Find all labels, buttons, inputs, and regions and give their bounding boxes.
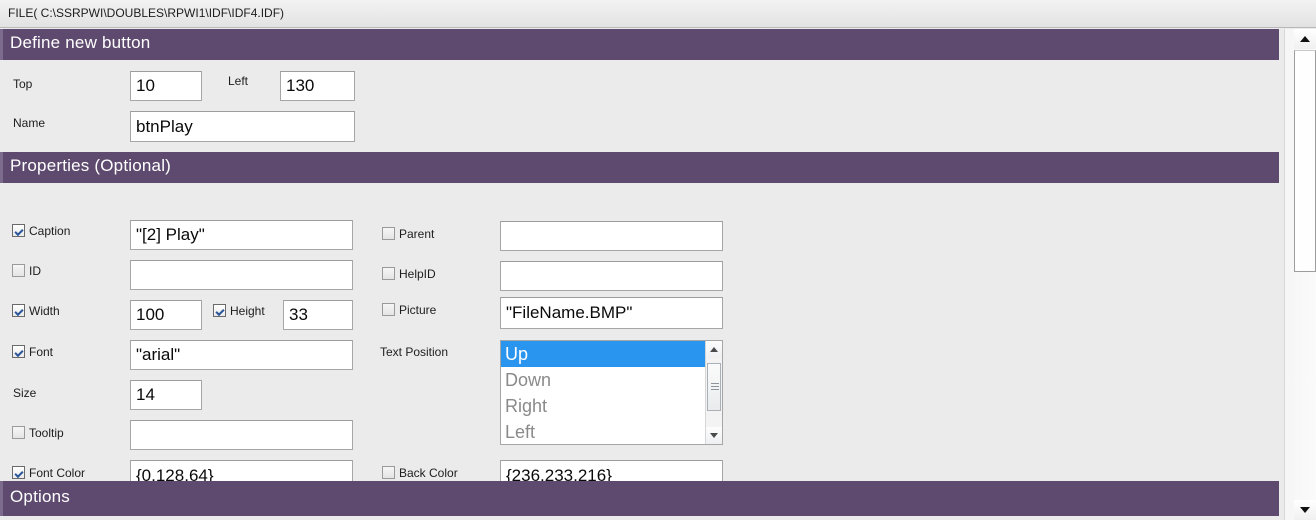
parent-label: Parent bbox=[399, 227, 435, 241]
caption-input[interactable] bbox=[130, 220, 353, 250]
application-window: FILE( C:\SSRPWI\DOUBLES\RPWI1\IDF\IDF4.I… bbox=[0, 0, 1316, 520]
width-input[interactable] bbox=[130, 300, 202, 330]
size-label: Size bbox=[13, 386, 37, 400]
section-accent-bar bbox=[0, 29, 3, 60]
file-path-bar: FILE( C:\SSRPWI\DOUBLES\RPWI1\IDF\IDF4.I… bbox=[0, 0, 1316, 28]
back-color-label: Back Color bbox=[399, 466, 458, 480]
width-checkbox[interactable] bbox=[12, 304, 25, 317]
picture-label: Picture bbox=[399, 303, 437, 317]
top-input[interactable] bbox=[130, 71, 202, 101]
scroll-down-arrow-icon[interactable] bbox=[706, 427, 722, 444]
tooltip-label: Tooltip bbox=[29, 426, 64, 440]
section-title-options: Options bbox=[10, 487, 70, 506]
text-position-option-up[interactable]: Up bbox=[501, 341, 705, 367]
help-id-checkbox[interactable] bbox=[382, 267, 395, 280]
tooltip-input[interactable] bbox=[130, 420, 353, 450]
parent-input[interactable] bbox=[500, 221, 723, 251]
height-checkbox[interactable] bbox=[213, 304, 226, 317]
help-id-input[interactable] bbox=[500, 261, 723, 291]
section-header-properties: Properties (Optional) bbox=[0, 152, 1279, 183]
scrollbar-grip-icon bbox=[711, 383, 719, 390]
picture-checkbox[interactable] bbox=[382, 303, 395, 316]
text-position-label: Text Position bbox=[380, 345, 449, 359]
tooltip-checkbox[interactable] bbox=[12, 426, 25, 439]
font-label: Font bbox=[29, 345, 54, 359]
section-accent-bar bbox=[0, 481, 3, 516]
caption-checkbox[interactable] bbox=[12, 224, 25, 237]
properties-panel: Caption ID Width Height Font Size Toolti… bbox=[0, 183, 1279, 491]
text-position-option-down[interactable]: Down bbox=[501, 367, 705, 393]
section-header-define-new-button: Define new button bbox=[0, 29, 1279, 60]
back-color-checkbox[interactable] bbox=[382, 466, 395, 479]
window-scroll-down-arrow-icon[interactable] bbox=[1294, 500, 1316, 520]
section-accent-bar bbox=[0, 152, 3, 183]
window-vertical-scrollbar[interactable] bbox=[1284, 29, 1316, 520]
font-checkbox[interactable] bbox=[12, 345, 25, 358]
left-input[interactable] bbox=[280, 71, 355, 101]
size-input[interactable] bbox=[130, 380, 202, 410]
parent-checkbox[interactable] bbox=[382, 227, 395, 240]
id-input[interactable] bbox=[130, 260, 353, 290]
font-color-checkbox[interactable] bbox=[12, 466, 25, 479]
text-position-listbox[interactable]: Up Down Right Left bbox=[500, 340, 723, 445]
top-label: Top bbox=[13, 77, 33, 91]
left-label: Left bbox=[228, 74, 249, 88]
section-title-properties: Properties (Optional) bbox=[10, 156, 172, 175]
file-path-text: FILE( C:\SSRPWI\DOUBLES\RPWI1\IDF\IDF4.I… bbox=[8, 6, 285, 20]
height-label: Height bbox=[230, 304, 265, 318]
font-input[interactable] bbox=[130, 340, 353, 370]
height-input[interactable] bbox=[283, 300, 353, 330]
text-position-option-left[interactable]: Left bbox=[501, 419, 705, 444]
window-scrollbar-thumb[interactable] bbox=[1294, 50, 1316, 272]
section-header-options: Options bbox=[0, 481, 1279, 516]
text-position-option-list: Up Down Right Left bbox=[501, 341, 705, 444]
window-scroll-up-arrow-icon[interactable] bbox=[1294, 29, 1316, 49]
id-label: ID bbox=[29, 264, 41, 278]
name-label: Name bbox=[13, 116, 46, 130]
caption-label: Caption bbox=[29, 224, 71, 238]
font-color-label: Font Color bbox=[29, 466, 86, 480]
define-panel: Top Left Name bbox=[0, 60, 1279, 162]
help-id-label: HelpID bbox=[399, 267, 436, 281]
width-label: Width bbox=[29, 304, 60, 318]
id-checkbox[interactable] bbox=[12, 264, 25, 277]
form-scroll-area: Define new button Top Left Name Properti… bbox=[0, 29, 1284, 520]
scroll-up-arrow-icon[interactable] bbox=[706, 341, 722, 358]
picture-input[interactable] bbox=[500, 297, 723, 329]
name-input[interactable] bbox=[130, 111, 355, 142]
scrollbar-thumb[interactable] bbox=[707, 363, 721, 411]
section-title-define: Define new button bbox=[10, 33, 151, 52]
text-position-scrollbar[interactable] bbox=[705, 341, 722, 444]
text-position-option-right[interactable]: Right bbox=[501, 393, 705, 419]
